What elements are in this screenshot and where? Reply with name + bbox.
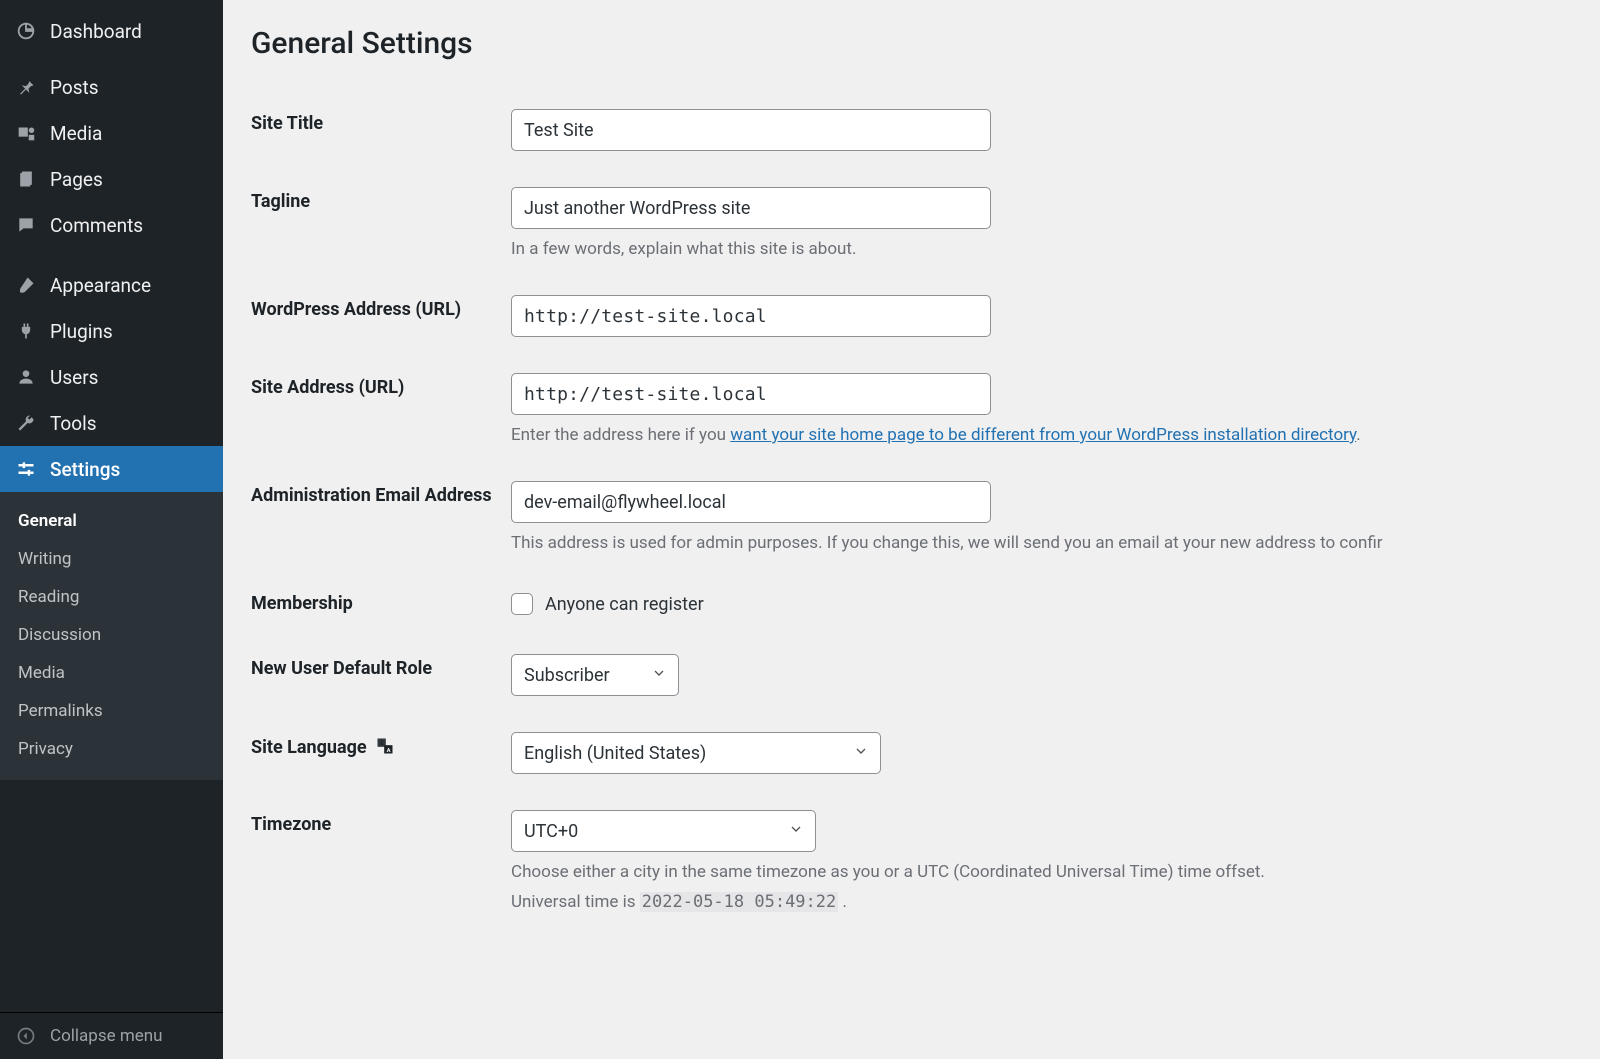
sidebar-item-label: Pages xyxy=(50,168,103,191)
dashboard-icon xyxy=(14,19,38,43)
plug-icon xyxy=(14,319,38,343)
sidebar-item-label: Users xyxy=(50,366,98,389)
submenu-item-privacy[interactable]: Privacy xyxy=(0,730,223,768)
submenu-item-writing[interactable]: Writing xyxy=(0,540,223,578)
timezone-utc-value: 2022-05-18 05:49:22 xyxy=(640,892,838,912)
submenu-item-reading[interactable]: Reading xyxy=(0,578,223,616)
sidebar-item-pages[interactable]: Pages xyxy=(0,156,223,202)
sidebar-item-label: Appearance xyxy=(50,274,151,297)
label-site-url: Site Address (URL) xyxy=(251,355,511,463)
label-site-title: Site Title xyxy=(251,91,511,169)
page-title: General Settings xyxy=(251,26,1600,61)
settings-form: Site Title Tagline In a few words, expla… xyxy=(251,91,1600,930)
label-site-language: Site Language A xyxy=(251,714,511,792)
sidebar-item-settings[interactable]: Settings xyxy=(0,446,223,492)
sidebar-item-label: Dashboard xyxy=(50,20,142,43)
label-wp-url: WordPress Address (URL) xyxy=(251,277,511,355)
site-title-input[interactable] xyxy=(511,109,991,151)
label-timezone: Timezone xyxy=(251,792,511,930)
sidebar-item-label: Settings xyxy=(50,458,120,481)
pin-icon xyxy=(14,75,38,99)
collapse-menu: Collapse menu xyxy=(0,1012,223,1059)
admin-email-input[interactable] xyxy=(511,481,991,523)
tagline-input[interactable] xyxy=(511,187,991,229)
label-site-language-text: Site Language xyxy=(251,737,367,758)
sidebar-item-dashboard[interactable]: Dashboard xyxy=(0,8,223,54)
default-role-select[interactable]: Subscriber xyxy=(511,654,679,696)
user-icon xyxy=(14,365,38,389)
sidebar-item-media[interactable]: Media xyxy=(0,110,223,156)
sidebar-item-label: Tools xyxy=(50,412,97,435)
site-url-help-link[interactable]: want your site home page to be different… xyxy=(730,425,1356,445)
sidebar-item-comments[interactable]: Comments xyxy=(0,202,223,248)
sidebar-item-label: Media xyxy=(50,122,102,145)
submenu-item-discussion[interactable]: Discussion xyxy=(0,616,223,654)
submenu-item-media[interactable]: Media xyxy=(0,654,223,692)
submenu-item-permalinks[interactable]: Permalinks xyxy=(0,692,223,730)
timezone-help-2-prefix: Universal time is xyxy=(511,892,640,912)
comment-icon xyxy=(14,213,38,237)
sidebar-item-users[interactable]: Users xyxy=(0,354,223,400)
brush-icon xyxy=(14,273,38,297)
site-url-input[interactable] xyxy=(511,373,991,415)
label-admin-email: Administration Email Address xyxy=(251,463,511,571)
timezone-help-2: Universal time is 2022-05-18 05:49:22 . xyxy=(511,892,1600,912)
label-tagline: Tagline xyxy=(251,169,511,277)
sliders-icon xyxy=(14,457,38,481)
site-url-help-prefix: Enter the address here if you xyxy=(511,425,730,445)
collapse-menu-button[interactable]: Collapse menu xyxy=(0,1013,223,1059)
admin-sidebar: Dashboard Posts Media Pages Comments xyxy=(0,0,223,1059)
label-membership: Membership xyxy=(251,571,511,636)
tagline-help: In a few words, explain what this site i… xyxy=(511,239,1600,259)
collapse-menu-label: Collapse menu xyxy=(50,1026,163,1046)
wp-url-input[interactable] xyxy=(511,295,991,337)
collapse-icon xyxy=(14,1024,38,1048)
media-icon xyxy=(14,121,38,145)
label-default-role: New User Default Role xyxy=(251,636,511,714)
site-url-help: Enter the address here if you want your … xyxy=(511,425,1600,445)
membership-checkbox-label: Anyone can register xyxy=(545,594,704,615)
submenu-item-general[interactable]: General xyxy=(0,502,223,540)
sidebar-item-label: Comments xyxy=(50,214,143,237)
site-url-help-suffix: . xyxy=(1356,425,1360,445)
membership-checkbox[interactable] xyxy=(511,593,533,615)
page-icon xyxy=(14,167,38,191)
wrench-icon xyxy=(14,411,38,435)
timezone-help-1: Choose either a city in the same timezon… xyxy=(511,862,1600,882)
translate-icon: A xyxy=(375,736,395,756)
svg-text:A: A xyxy=(387,748,391,754)
sidebar-item-tools[interactable]: Tools xyxy=(0,400,223,446)
settings-submenu: General Writing Reading Discussion Media… xyxy=(0,492,223,780)
sidebar-item-appearance[interactable]: Appearance xyxy=(0,262,223,308)
main-content: General Settings Site Title Tagline In a… xyxy=(223,0,1600,1059)
sidebar-item-label: Plugins xyxy=(50,320,113,343)
timezone-help-2-suffix: . xyxy=(838,892,847,912)
admin-email-help: This address is used for admin purposes.… xyxy=(511,533,1600,553)
sidebar-item-label: Posts xyxy=(50,76,99,99)
sidebar-item-posts[interactable]: Posts xyxy=(0,64,223,110)
timezone-select[interactable]: UTC+0 xyxy=(511,810,816,852)
site-language-select[interactable]: English (United States) xyxy=(511,732,881,774)
sidebar-item-plugins[interactable]: Plugins xyxy=(0,308,223,354)
